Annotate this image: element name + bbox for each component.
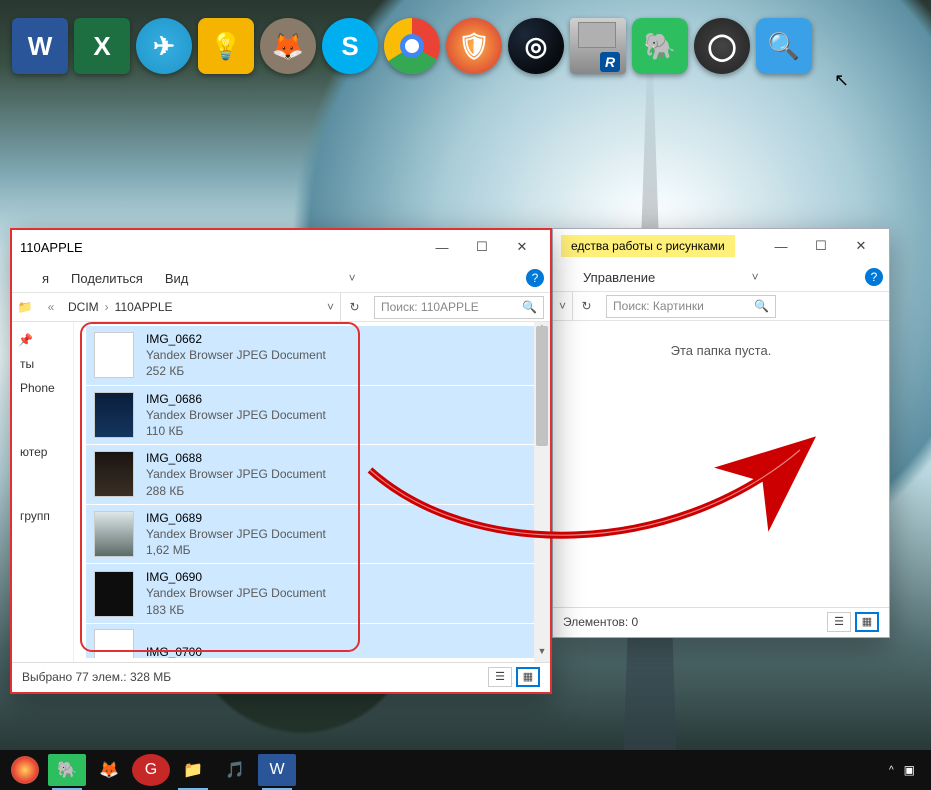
context-tab: едства работы с рисунками — [561, 235, 735, 257]
refresh-icon[interactable]: ↻ — [572, 292, 600, 320]
titlebar-right[interactable]: едства работы с рисунками — ☐ ✕ — [553, 229, 889, 263]
breadcrumb-dcim[interactable]: DCIM — [64, 300, 103, 314]
scroll-down-icon[interactable]: ▼ — [534, 646, 550, 662]
body-left: 📌 ты Phone ютер групп IMG_0662Yandex Bro… — [12, 322, 550, 662]
tab-share[interactable]: Поделиться — [71, 271, 143, 286]
addr-drop-icon[interactable]: ˅ — [553, 299, 572, 313]
keep-icon[interactable]: 💡 — [198, 18, 254, 74]
explorer-window-right[interactable]: едства работы с рисунками — ☐ ✕ Управлен… — [552, 228, 890, 638]
manage-tab[interactable]: Управление — [583, 270, 655, 285]
nav-item[interactable]: групп — [12, 504, 73, 528]
address-bar-right[interactable]: ˅ ↻ Поиск: Картинки 🔍 — [553, 291, 889, 321]
taskbar-evernote-icon[interactable]: 🐘 — [48, 754, 86, 786]
skype-icon[interactable]: S — [322, 18, 378, 74]
search-placeholder: Поиск: 110APPLE — [381, 300, 479, 314]
empty-folder-label: Эта папка пуста. — [553, 321, 889, 607]
ribbon-collapse-icon[interactable]: ˅ — [349, 271, 356, 285]
search-icon: 🔍 — [522, 300, 537, 314]
titlebar-left[interactable]: 110APPLE — ☐ ✕ — [12, 230, 550, 264]
nav-pane[interactable]: 📌 ты Phone ютер групп — [12, 322, 74, 662]
excel-icon[interactable]: X — [74, 18, 130, 74]
window-title: 110APPLE — [20, 240, 83, 255]
gimp-icon[interactable]: 🦊 — [260, 18, 316, 74]
nav-item[interactable]: Phone — [12, 376, 73, 400]
telegram-icon[interactable]: ✈ — [136, 18, 192, 74]
view-thumbs-icon[interactable]: ▦ — [855, 612, 879, 632]
close-button[interactable]: ✕ — [502, 232, 542, 262]
view-details-icon[interactable]: ☰ — [488, 667, 512, 687]
top-dock: W X ✈ 💡 🦊 S 🛡 ◎ 🐘 ◯ 🔍 ↖ — [12, 18, 812, 74]
refresh-icon[interactable]: ↻ — [340, 293, 368, 321]
taskbar[interactable]: 🐘 🦊 G 📁 🎵 W ^ ▣ — [0, 750, 931, 790]
explorer-window-left[interactable]: 110APPLE — ☐ ✕ я Поделиться Вид ˅ ? 📁 « … — [10, 228, 552, 694]
folder-icon: 📁 — [12, 300, 38, 314]
search-input-right[interactable]: Поиск: Картинки 🔍 — [606, 295, 776, 318]
status-bar-right: Элементов: 0 ☰ ▦ — [553, 607, 889, 635]
taskbar-comodo-icon[interactable]: G — [132, 754, 170, 786]
view-details-icon[interactable]: ☰ — [827, 612, 851, 632]
nav-back-icon[interactable]: « — [38, 300, 64, 314]
search-icon: 🔍 — [754, 299, 769, 313]
status-text-left: Выбрано 77 элем.: 328 МБ — [22, 670, 171, 684]
tray-app-icon[interactable]: ▣ — [904, 763, 915, 777]
nav-item[interactable]: ты — [12, 352, 73, 376]
search-app-icon[interactable]: 🔍 — [756, 18, 812, 74]
maximize-button[interactable]: ☐ — [801, 231, 841, 261]
maximize-button[interactable]: ☐ — [462, 232, 502, 262]
tab-view[interactable]: Вид — [165, 271, 189, 286]
word-icon[interactable]: W — [12, 18, 68, 74]
scrollbar-thumb[interactable] — [536, 326, 548, 446]
file-pane[interactable]: IMG_0662Yandex Browser JPEG Document252 … — [74, 322, 550, 662]
pin-icon[interactable]: 📌 — [12, 328, 73, 352]
start-button[interactable] — [6, 754, 44, 786]
help-icon[interactable]: ? — [865, 268, 883, 286]
help-icon[interactable]: ? — [526, 269, 544, 287]
breadcrumb-110apple[interactable]: 110APPLE — [111, 300, 177, 314]
view-thumbs-icon[interactable]: ▦ — [516, 667, 540, 687]
addr-drop-icon[interactable]: ˅ — [321, 300, 340, 314]
comodo-icon[interactable]: 🛡 — [446, 18, 502, 74]
minimize-button[interactable]: — — [422, 232, 462, 262]
breadcrumb-sep: › — [103, 300, 111, 314]
ribbon-right: Управление ˅ ? — [553, 263, 889, 291]
steam-icon[interactable]: ◎ — [508, 18, 564, 74]
taskbar-itunes-icon[interactable]: 🎵 — [216, 754, 254, 786]
taskbar-explorer-icon[interactable]: 📁 — [174, 754, 212, 786]
system-tray[interactable]: ^ ▣ — [889, 763, 925, 777]
scrollbar[interactable]: ▲ ▼ — [534, 322, 550, 662]
search-placeholder: Поиск: Картинки — [613, 299, 704, 313]
revo-icon[interactable] — [570, 18, 626, 74]
evernote-icon[interactable]: 🐘 — [632, 18, 688, 74]
taskbar-word-icon[interactable]: W — [258, 754, 296, 786]
close-button[interactable]: ✕ — [841, 231, 881, 261]
nav-item[interactable]: ютер — [12, 440, 73, 464]
status-text-right: Элементов: 0 — [563, 615, 638, 629]
tab-home[interactable]: я — [42, 271, 49, 286]
ribbon-left: я Поделиться Вид ˅ ? — [12, 264, 550, 292]
cursor-icon: ↖ — [834, 70, 849, 91]
sharex-icon[interactable]: ◯ — [694, 18, 750, 74]
taskbar-gimp-icon[interactable]: 🦊 — [90, 754, 128, 786]
minimize-button[interactable]: — — [761, 231, 801, 261]
chrome-icon[interactable] — [384, 18, 440, 74]
selection-highlight — [80, 322, 360, 652]
tray-overflow-icon[interactable]: ^ — [889, 765, 894, 776]
body-right: Эта папка пуста. — [553, 321, 889, 607]
status-bar-left: Выбрано 77 элем.: 328 МБ ☰ ▦ — [12, 662, 550, 690]
search-input-left[interactable]: Поиск: 110APPLE 🔍 — [374, 296, 544, 319]
address-bar-left[interactable]: 📁 « DCIM › 110APPLE ˅ ↻ Поиск: 110APPLE … — [12, 292, 550, 322]
ribbon-collapse-icon[interactable]: ˅ — [752, 270, 759, 284]
